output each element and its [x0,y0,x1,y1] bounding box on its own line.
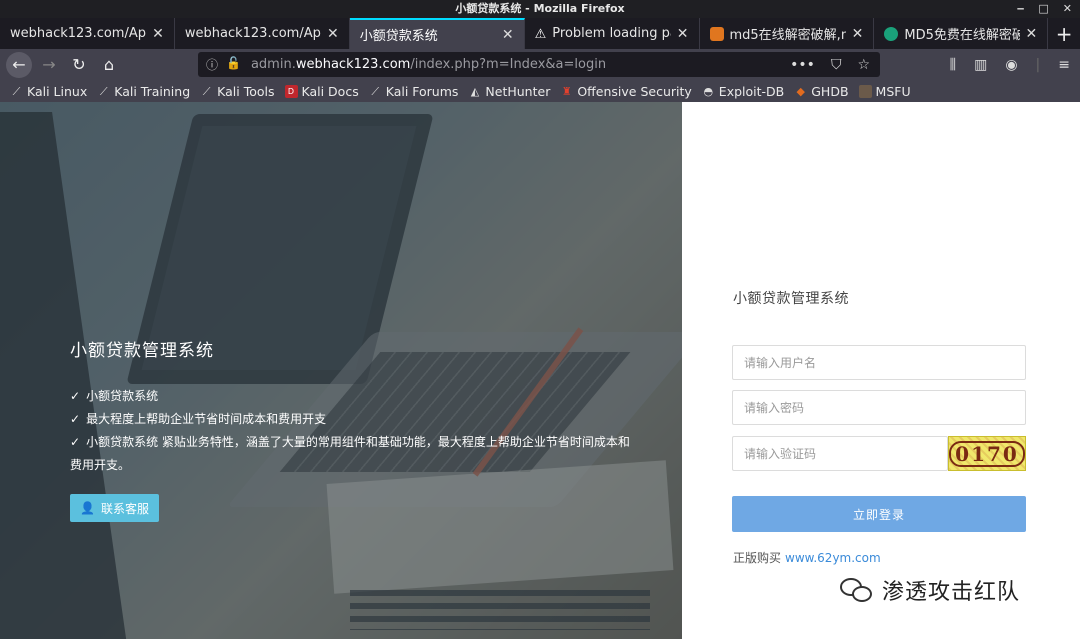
close-icon[interactable]: ✕ [1026,26,1038,42]
close-window-button[interactable]: ✕ [1063,0,1072,18]
home-button[interactable]: ⌂ [96,52,122,78]
wechat-icon [840,576,874,604]
close-icon[interactable]: ✕ [852,26,864,42]
forward-button[interactable]: → [36,52,62,78]
tab-label: md5在线解密破解,md! [729,28,846,43]
purchase-note: 正版购买 www.62ym.com [733,549,881,566]
kali-dragon-icon: ⟋ [99,84,108,98]
window-titlebar: 小额贷款系统 - Mozilla Firefox ‒ □ ✕ [0,0,1080,18]
password-input[interactable] [732,390,1026,425]
watermark-text: 渗透攻击红队 [882,580,1021,605]
kali-docs-icon: D [284,84,298,98]
msfu-icon [858,84,872,98]
sidebar-icon[interactable]: ▥ [974,57,987,73]
kali-dragon-icon: ⟋ [202,84,211,98]
reload-button[interactable]: ↻ [66,52,92,78]
check-icon: ✓ [70,412,81,426]
toolbar-divider: | [1035,56,1041,73]
hero-content: 小额贷款管理系统 ✓ 小额贷款系统 ✓ 最大程度上帮助企业节省时间成本和费用开支 ✓… [70,336,630,477]
purchase-link[interactable]: www.62ym.com [785,551,881,565]
tab-webhack-2[interactable]: webhack123.com/App/Ru ✕ [175,18,350,49]
new-tab-button[interactable]: + [1048,18,1080,49]
navigation-toolbar: ← → ↻ ⌂ ⓘ 🔓 admin.webhack123.com/index.p… [0,49,1080,80]
bookmark-exploit-db[interactable]: ◓ Exploit-DB [702,84,784,99]
contact-support-label: 联系客服 [100,501,149,516]
login-title: 小额贷款管理系统 [733,291,849,307]
close-icon[interactable]: ✕ [327,26,339,42]
bookmark-kali-tools[interactable]: ⟋ Kali Tools [200,84,275,99]
menu-icon[interactable]: ≡ [1058,57,1070,73]
exploitdb-icon: ◓ [703,84,714,98]
watermark: 渗透攻击红队 [840,574,1020,606]
page-actions-icon[interactable]: ••• [790,57,815,73]
contact-support-button[interactable]: 👤 联系客服 [70,494,159,522]
tab-strip: webhack123.com/App/Ru ✕ webhack123.com/A… [0,18,1080,49]
feature-item: ✓ 小额贷款系统 紧贴业务特性，涵盖了大量的常用组件和基础功能，最大程度上帮助企业… [70,435,630,472]
bookmarks-toolbar: ⟋ Kali Linux ⟋ Kali Training ⟋ Kali Tools D… [0,80,1080,102]
pocket-icon[interactable]: ⛉ [831,57,842,73]
feature-item: ✓ 小额贷款系统 [70,389,159,403]
tab-webhack-1[interactable]: webhack123.com/App/Ru ✕ [0,18,175,49]
kali-dragon-icon: ⟋ [12,84,21,98]
bookmark-msfu[interactable]: MSFU [858,84,911,99]
insecure-lock-icon[interactable]: 🔓 [226,56,241,73]
bookmark-kali-linux[interactable]: ⟋ Kali Linux [10,84,88,99]
close-icon[interactable]: ✕ [152,26,164,42]
bookmark-ghdb[interactable]: ◆ GHDB [794,84,849,99]
close-icon[interactable]: ✕ [677,26,689,42]
login-button[interactable]: 立即登录 [732,496,1026,532]
offsec-icon: ♜ [561,84,572,98]
login-panel: 小额贷款管理系统 0170 立即登录 正版购买www.62ym.com [682,102,1080,639]
window-title: 小额贷款系统 - Mozilla Firefox [455,2,625,15]
captcha-input[interactable] [732,436,948,471]
tab-loan-system[interactable]: 小额贷款系统 ✕ [349,18,525,49]
back-button[interactable]: ← [6,51,32,78]
username-input[interactable] [732,345,1026,380]
bookmark-nethunter[interactable]: ◭ NetHunter [468,84,551,99]
tab-label: webhack123.com/App/Ru [184,26,321,41]
bookmark-kali-docs[interactable]: D Kali Docs [284,84,359,99]
warning-icon: ⚠ [534,26,547,42]
ghdb-icon: ◆ [796,84,805,98]
md5-leaf-icon [884,26,899,41]
hero-title: 小额贷款管理系统 [70,341,214,361]
md5-icon [709,26,724,41]
library-icon[interactable]: ⫼ [950,57,956,73]
tab-label: 小额贷款系统 [359,29,438,44]
bookmark-kali-forums[interactable]: ⟋ Kali Forums [369,84,458,99]
tab-md5-decrypt[interactable]: md5在线解密破解,md! ✕ [700,18,875,49]
feature-item: ✓ 最大程度上帮助企业节省时间成本和费用开支 [70,412,327,426]
captcha-text: 0170 [949,440,1025,467]
check-icon: ✓ [70,389,81,403]
account-icon[interactable]: ◉ [1005,57,1017,73]
hero-section: 小额贷款管理系统 ✓ 小额贷款系统 ✓ 最大程度上帮助企业节省时间成本和费用开支 ✓… [0,102,682,639]
tab-md5-free[interactable]: MD5免费在线解密破 ✕ [874,18,1049,49]
tab-label: MD5免费在线解密破 [904,28,1020,43]
bookmark-offensive-security[interactable]: ♜ Offensive Security [560,84,692,99]
page-viewport: 小额贷款管理系统 ✓ 小额贷款系统 ✓ 最大程度上帮助企业节省时间成本和费用开支 ✓… [0,102,1080,639]
feature-list: ✓ 小额贷款系统 ✓ 最大程度上帮助企业节省时间成本和费用开支 ✓ 小额贷款系统 紧贴… [70,385,630,477]
bookmark-star-icon[interactable]: ☆ [857,57,870,73]
purchase-label: 正版购买 [733,551,782,565]
tab-label: Problem loading page [552,26,670,41]
check-icon: ✓ [70,435,81,449]
maximize-button[interactable]: □ [1038,0,1048,18]
nethunter-icon: ◭ [470,84,480,98]
url-text[interactable]: admin.webhack123.com/index.php?m=Index&a… [251,57,606,72]
close-icon[interactable]: ✕ [502,27,514,43]
tab-label: webhack123.com/App/Ru [10,26,146,41]
minimize-button[interactable]: ‒ [1017,0,1025,18]
url-bar[interactable]: ⓘ 🔓 admin.webhack123.com/index.php?m=Ind… [198,52,880,77]
kali-dragon-icon: ⟋ [371,84,380,98]
bookmark-kali-training[interactable]: ⟋ Kali Training [97,84,190,99]
user-icon: 👤 [80,501,95,515]
captcha-image[interactable]: 0170 [948,436,1026,471]
tab-problem-loading[interactable]: ⚠ Problem loading page ✕ [525,18,700,49]
info-icon[interactable]: ⓘ [206,56,218,73]
